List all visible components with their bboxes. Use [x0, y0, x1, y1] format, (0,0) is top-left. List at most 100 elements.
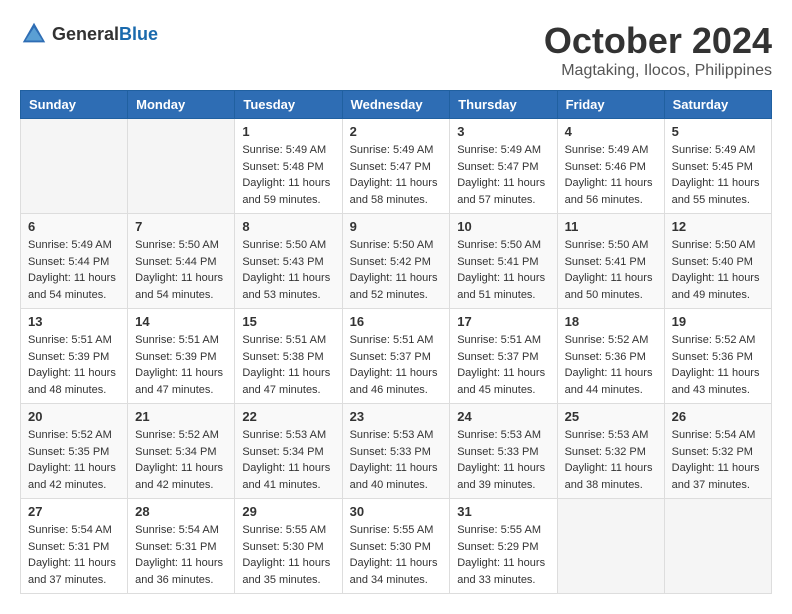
daylight-text: Daylight: 11 hours and 46 minutes. [350, 367, 438, 396]
sunrise-text: Sunrise: 5:55 AM [457, 524, 541, 536]
calendar-week-row: 6 Sunrise: 5:49 AM Sunset: 5:44 PM Dayli… [21, 214, 772, 309]
sunset-text: Sunset: 5:44 PM [135, 256, 216, 268]
daylight-text: Daylight: 11 hours and 35 minutes. [242, 557, 330, 586]
daylight-text: Daylight: 11 hours and 45 minutes. [457, 367, 545, 396]
sunrise-text: Sunrise: 5:49 AM [672, 144, 756, 156]
sunrise-text: Sunrise: 5:49 AM [28, 239, 112, 251]
calendar-table: Sunday Monday Tuesday Wednesday Thursday… [20, 90, 772, 594]
day-info: Sunrise: 5:49 AM Sunset: 5:47 PM Dayligh… [350, 142, 443, 208]
calendar-week-row: 20 Sunrise: 5:52 AM Sunset: 5:35 PM Dayl… [21, 404, 772, 499]
day-info: Sunrise: 5:53 AM Sunset: 5:33 PM Dayligh… [350, 427, 443, 493]
sunset-text: Sunset: 5:31 PM [28, 541, 109, 553]
sunset-text: Sunset: 5:41 PM [457, 256, 538, 268]
day-number: 7 [135, 219, 227, 234]
sunrise-text: Sunrise: 5:55 AM [242, 524, 326, 536]
sunset-text: Sunset: 5:38 PM [242, 351, 323, 363]
table-row: 14 Sunrise: 5:51 AM Sunset: 5:39 PM Dayl… [128, 309, 235, 404]
day-number: 9 [350, 219, 443, 234]
day-info: Sunrise: 5:53 AM Sunset: 5:33 PM Dayligh… [457, 427, 549, 493]
day-number: 22 [242, 409, 334, 424]
sunrise-text: Sunrise: 5:53 AM [457, 429, 541, 441]
day-info: Sunrise: 5:54 AM Sunset: 5:31 PM Dayligh… [28, 522, 120, 588]
day-number: 28 [135, 504, 227, 519]
sunrise-text: Sunrise: 5:54 AM [672, 429, 756, 441]
table-row: 16 Sunrise: 5:51 AM Sunset: 5:37 PM Dayl… [342, 309, 450, 404]
calendar-header-row: Sunday Monday Tuesday Wednesday Thursday… [21, 91, 772, 119]
sunset-text: Sunset: 5:43 PM [242, 256, 323, 268]
logo-blue: Blue [119, 24, 158, 44]
day-info: Sunrise: 5:49 AM Sunset: 5:48 PM Dayligh… [242, 142, 334, 208]
logo: GeneralBlue [20, 20, 158, 48]
daylight-text: Daylight: 11 hours and 37 minutes. [672, 462, 760, 491]
day-number: 19 [672, 314, 764, 329]
sunrise-text: Sunrise: 5:53 AM [565, 429, 649, 441]
table-row [128, 119, 235, 214]
table-row: 8 Sunrise: 5:50 AM Sunset: 5:43 PM Dayli… [235, 214, 342, 309]
table-row: 6 Sunrise: 5:49 AM Sunset: 5:44 PM Dayli… [21, 214, 128, 309]
day-number: 26 [672, 409, 764, 424]
sunset-text: Sunset: 5:39 PM [135, 351, 216, 363]
day-number: 25 [565, 409, 657, 424]
daylight-text: Daylight: 11 hours and 34 minutes. [350, 557, 438, 586]
daylight-text: Daylight: 11 hours and 59 minutes. [242, 177, 330, 206]
sunset-text: Sunset: 5:46 PM [565, 161, 646, 173]
sunset-text: Sunset: 5:36 PM [565, 351, 646, 363]
table-row: 22 Sunrise: 5:53 AM Sunset: 5:34 PM Dayl… [235, 404, 342, 499]
day-info: Sunrise: 5:53 AM Sunset: 5:34 PM Dayligh… [242, 427, 334, 493]
day-info: Sunrise: 5:49 AM Sunset: 5:45 PM Dayligh… [672, 142, 764, 208]
day-info: Sunrise: 5:51 AM Sunset: 5:37 PM Dayligh… [457, 332, 549, 398]
table-row: 18 Sunrise: 5:52 AM Sunset: 5:36 PM Dayl… [557, 309, 664, 404]
table-row: 4 Sunrise: 5:49 AM Sunset: 5:46 PM Dayli… [557, 119, 664, 214]
daylight-text: Daylight: 11 hours and 44 minutes. [565, 367, 653, 396]
day-number: 16 [350, 314, 443, 329]
sunrise-text: Sunrise: 5:52 AM [135, 429, 219, 441]
table-row [21, 119, 128, 214]
day-info: Sunrise: 5:50 AM Sunset: 5:41 PM Dayligh… [565, 237, 657, 303]
sunrise-text: Sunrise: 5:53 AM [242, 429, 326, 441]
sunrise-text: Sunrise: 5:51 AM [242, 334, 326, 346]
day-number: 23 [350, 409, 443, 424]
daylight-text: Daylight: 11 hours and 42 minutes. [135, 462, 223, 491]
table-row: 2 Sunrise: 5:49 AM Sunset: 5:47 PM Dayli… [342, 119, 450, 214]
day-info: Sunrise: 5:52 AM Sunset: 5:36 PM Dayligh… [565, 332, 657, 398]
day-number: 2 [350, 124, 443, 139]
sunrise-text: Sunrise: 5:51 AM [350, 334, 434, 346]
table-row: 23 Sunrise: 5:53 AM Sunset: 5:33 PM Dayl… [342, 404, 450, 499]
daylight-text: Daylight: 11 hours and 52 minutes. [350, 272, 438, 301]
sunrise-text: Sunrise: 5:55 AM [350, 524, 434, 536]
sunrise-text: Sunrise: 5:49 AM [350, 144, 434, 156]
day-number: 15 [242, 314, 334, 329]
sunset-text: Sunset: 5:40 PM [672, 256, 753, 268]
day-number: 27 [28, 504, 120, 519]
sunset-text: Sunset: 5:29 PM [457, 541, 538, 553]
sunset-text: Sunset: 5:34 PM [135, 446, 216, 458]
day-info: Sunrise: 5:51 AM Sunset: 5:39 PM Dayligh… [28, 332, 120, 398]
sunrise-text: Sunrise: 5:51 AM [28, 334, 112, 346]
sunrise-text: Sunrise: 5:51 AM [457, 334, 541, 346]
day-info: Sunrise: 5:51 AM Sunset: 5:39 PM Dayligh… [135, 332, 227, 398]
daylight-text: Daylight: 11 hours and 42 minutes. [28, 462, 116, 491]
daylight-text: Daylight: 11 hours and 47 minutes. [242, 367, 330, 396]
daylight-text: Daylight: 11 hours and 51 minutes. [457, 272, 545, 301]
sunset-text: Sunset: 5:36 PM [672, 351, 753, 363]
day-info: Sunrise: 5:50 AM Sunset: 5:43 PM Dayligh… [242, 237, 334, 303]
day-number: 10 [457, 219, 549, 234]
day-number: 24 [457, 409, 549, 424]
day-info: Sunrise: 5:49 AM Sunset: 5:44 PM Dayligh… [28, 237, 120, 303]
day-info: Sunrise: 5:55 AM Sunset: 5:30 PM Dayligh… [242, 522, 334, 588]
sunset-text: Sunset: 5:30 PM [350, 541, 431, 553]
day-info: Sunrise: 5:50 AM Sunset: 5:40 PM Dayligh… [672, 237, 764, 303]
table-row: 31 Sunrise: 5:55 AM Sunset: 5:29 PM Dayl… [450, 499, 557, 594]
day-number: 30 [350, 504, 443, 519]
sunrise-text: Sunrise: 5:50 AM [350, 239, 434, 251]
table-row [557, 499, 664, 594]
daylight-text: Daylight: 11 hours and 39 minutes. [457, 462, 545, 491]
table-row: 25 Sunrise: 5:53 AM Sunset: 5:32 PM Dayl… [557, 404, 664, 499]
table-row: 26 Sunrise: 5:54 AM Sunset: 5:32 PM Dayl… [664, 404, 771, 499]
day-number: 18 [565, 314, 657, 329]
sunrise-text: Sunrise: 5:50 AM [135, 239, 219, 251]
table-row: 10 Sunrise: 5:50 AM Sunset: 5:41 PM Dayl… [450, 214, 557, 309]
logo-text: GeneralBlue [52, 24, 158, 45]
table-row: 12 Sunrise: 5:50 AM Sunset: 5:40 PM Dayl… [664, 214, 771, 309]
day-number: 5 [672, 124, 764, 139]
